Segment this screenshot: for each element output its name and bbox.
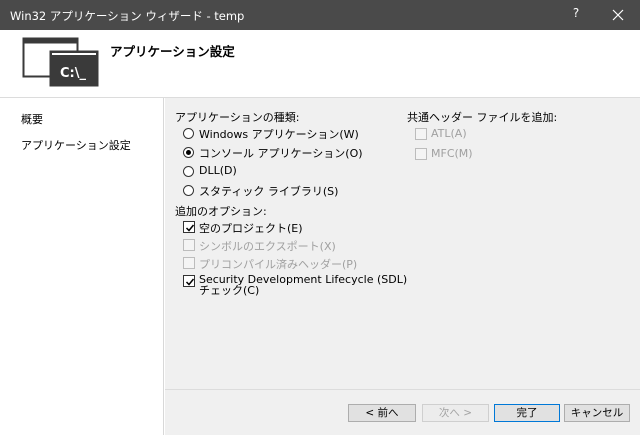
radio-label: DLL(D) <box>199 164 237 177</box>
finish-button[interactable]: 完了 <box>494 404 560 422</box>
settings-panel: アプリケーションの種類: Windows アプリケーション(W) コンソール ア… <box>165 98 640 435</box>
checkbox-empty-project[interactable]: 空のプロジェクト(E) <box>183 220 303 236</box>
radio-label: Windows アプリケーション(W) <box>199 128 359 141</box>
checkbox-indicator <box>183 239 195 251</box>
checkbox-label-sdl: Security Development Lifecycle (SDL) チェッ… <box>199 274 407 296</box>
window-title: Win32 アプリケーション ウィザード - temp <box>10 9 245 23</box>
checkbox-indicator <box>415 148 427 160</box>
radio-indicator <box>183 166 194 177</box>
checkbox-label: シンボルのエクスポート(X) <box>199 240 336 253</box>
radio-console-app[interactable]: コンソール アプリケーション(O) <box>183 145 363 161</box>
prev-button[interactable]: < 前へ <box>348 404 416 422</box>
checkbox-label: MFC(M) <box>431 147 473 160</box>
footer-divider <box>165 389 640 390</box>
radio-label: スタティック ライブラリ(S) <box>199 185 339 198</box>
radio-static-library[interactable]: スタティック ライブラリ(S) <box>183 183 338 199</box>
checkbox-indicator-checked <box>183 221 195 233</box>
checkbox-mfc[interactable]: MFC(M) <box>415 147 473 160</box>
radio-label: コンソール アプリケーション(O) <box>199 147 363 160</box>
checkbox-indicator <box>183 257 195 269</box>
radio-windows-app[interactable]: Windows アプリケーション(W) <box>183 126 359 142</box>
checkbox-label: 空のプロジェクト(E) <box>199 222 303 235</box>
help-button[interactable]: ? <box>566 6 586 24</box>
logo-text: C:\_ <box>60 66 86 81</box>
radio-indicator <box>183 185 194 196</box>
checkbox-label: プリコンパイル済みヘッダー(P) <box>199 258 358 271</box>
checkbox-sdl-check[interactable]: Security Development Lifecycle (SDL) チェッ… <box>183 274 407 296</box>
sidebar-item-app-settings[interactable]: アプリケーション設定 <box>21 137 131 153</box>
radio-indicator <box>183 128 194 139</box>
checkbox-label: ATL(A) <box>431 127 467 140</box>
title-bar: Win32 アプリケーション ウィザード - temp ? <box>0 0 640 30</box>
sdl-label-line2: チェック(C) <box>199 284 260 297</box>
app-type-label: アプリケーションの種類: <box>175 111 300 124</box>
sidebar-item-overview[interactable]: 概要 <box>21 111 43 127</box>
checkbox-indicator <box>415 128 427 140</box>
page-title: アプリケーション設定 <box>110 44 235 59</box>
checkmark-icon <box>185 278 195 286</box>
cancel-button[interactable]: キャンセル <box>564 404 630 422</box>
console-app-icon: C:\_ <box>22 34 102 90</box>
checkbox-indicator-checked <box>183 275 195 287</box>
radio-dll[interactable]: DLL(D) <box>183 164 237 177</box>
wizard-header: C:\_ アプリケーション設定 <box>0 30 640 98</box>
checkbox-atl[interactable]: ATL(A) <box>415 127 467 140</box>
radio-indicator-selected <box>183 147 194 158</box>
close-icon <box>612 9 624 21</box>
checkmark-icon <box>185 224 195 232</box>
wizard-sidebar: 概要 アプリケーション設定 <box>0 98 164 435</box>
common-headers-label: 共通ヘッダー ファイルを追加: <box>407 111 558 124</box>
close-button[interactable] <box>600 4 636 26</box>
checkbox-precompiled-header[interactable]: プリコンパイル済みヘッダー(P) <box>183 256 357 272</box>
checkbox-export-symbols[interactable]: シンボルのエクスポート(X) <box>183 238 336 254</box>
additional-options-label: 追加のオプション: <box>175 205 267 218</box>
next-button[interactable]: 次へ > <box>422 404 489 422</box>
